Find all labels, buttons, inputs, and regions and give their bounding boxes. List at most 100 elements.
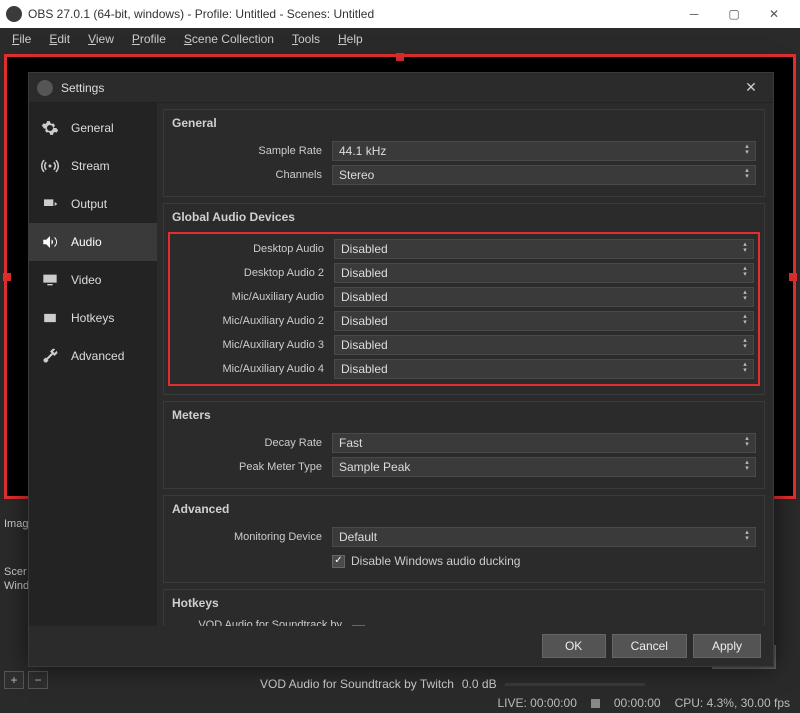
sample-rate-label: Sample Rate [172,145,332,157]
disable-ducking-label: Disable Windows audio ducking [351,554,520,568]
sidebar-item-stream[interactable]: Stream [29,147,157,185]
settings-titlebar: Settings ✕ [29,73,773,103]
enable-ptm-label: Enable Push-to-mute [371,624,484,626]
audio-mixer-row: VOD Audio for Soundtrack by Twitch 0.0 d… [260,677,645,691]
sidebar-item-label: General [71,121,114,135]
settings-sidebar: General Stream Output Audio Video Hotkey… [29,103,157,626]
sidebar-item-label: Audio [71,235,102,249]
cancel-button[interactable]: Cancel [612,634,687,658]
panel-title: General [164,110,764,136]
channels-select[interactable]: Stereo▴▾ [332,165,756,185]
menubar: File Edit View Profile Scene Collection … [0,28,800,50]
mic-aux-2-label: Mic/Auxiliary Audio 2 [174,315,334,327]
resize-handle-left[interactable] [3,273,11,281]
close-button[interactable]: ✕ [754,0,794,28]
vod-audio-label: VOD Audio for Soundtrack by Twitch [172,619,352,626]
mic-aux-3-label: Mic/Auxiliary Audio 3 [174,339,334,351]
panel-hotkeys: Hotkeys VOD Audio for Soundtrack by Twit… [163,589,765,626]
enable-ptm-checkbox[interactable]: Enable Push-to-mute [352,624,756,626]
resize-handle-top[interactable] [396,53,404,61]
peak-meter-select[interactable]: Sample Peak▴▾ [332,457,756,477]
sidebar-item-label: Stream [71,159,110,173]
sidebar-item-advanced[interactable]: Advanced [29,337,157,375]
settings-logo-icon [37,80,53,96]
menu-edit[interactable]: Edit [41,30,78,48]
add-source-button[interactable]: + [4,671,24,689]
window-title: OBS 27.0.1 (64-bit, windows) - Profile: … [28,7,674,21]
remove-source-button[interactable]: − [28,671,48,689]
menu-view[interactable]: View [80,30,122,48]
desktop-audio-label: Desktop Audio [174,243,334,255]
mic-aux-4-select[interactable]: Disabled▴▾ [334,359,754,379]
monitoring-device-label: Monitoring Device [172,531,332,543]
window-titlebar: OBS 27.0.1 (64-bit, windows) - Profile: … [0,0,800,28]
menu-profile[interactable]: Profile [124,30,174,48]
resize-handle-right[interactable] [789,273,797,281]
checkbox-icon [352,625,365,627]
panel-global-audio-devices: Global Audio Devices Desktop AudioDisabl… [163,203,765,395]
sidebar-item-video[interactable]: Video [29,261,157,299]
gear-icon [39,119,61,137]
dock-windows-label: Wind [4,580,28,592]
monitoring-device-select[interactable]: Default▴▾ [332,527,756,547]
dock-scenes-label: Scer [4,566,28,578]
tools-icon [39,347,61,365]
maximize-button[interactable]: ▢ [714,0,754,28]
audio-meter [505,683,645,686]
panel-title: Advanced [164,496,764,522]
antenna-icon [39,157,61,175]
settings-footer: OK Cancel Apply [29,626,773,666]
panel-title: Global Audio Devices [164,204,764,230]
keyboard-icon [39,309,61,327]
mic-aux-3-select[interactable]: Disabled▴▾ [334,335,754,355]
sidebar-item-label: Hotkeys [71,311,114,325]
minimize-button[interactable]: ─ [674,0,714,28]
dock-images-label: Imag [4,518,28,530]
peak-meter-label: Peak Meter Type [172,461,332,473]
sidebar-item-hotkeys[interactable]: Hotkeys [29,299,157,337]
panel-title: Hotkeys [164,590,764,616]
checkbox-icon: ✓ [332,555,345,568]
obs-logo-icon [6,6,22,22]
panel-meters: Meters Decay RateFast▴▾ Peak Meter TypeS… [163,401,765,489]
status-cpu: CPU: 4.3%, 30.00 fps [675,696,790,710]
sidebar-item-label: Output [71,197,107,211]
audio-mixer-db: 0.0 dB [462,677,497,691]
sidebar-item-general[interactable]: General [29,109,157,147]
settings-close-button[interactable]: ✕ [737,79,765,96]
sidebar-item-label: Advanced [71,349,124,363]
channels-label: Channels [172,169,332,181]
sample-rate-select[interactable]: 44.1 kHz▴▾ [332,141,756,161]
disable-ducking-checkbox[interactable]: ✓ Disable Windows audio ducking [332,554,756,568]
status-live: LIVE: 00:00:00 [497,696,576,710]
status-rec: 00:00:00 [614,696,661,710]
desktop-audio-2-select[interactable]: Disabled▴▾ [334,263,754,283]
desktop-audio-2-label: Desktop Audio 2 [174,267,334,279]
mic-aux-4-label: Mic/Auxiliary Audio 4 [174,363,334,375]
menu-help[interactable]: Help [330,30,371,48]
sidebar-item-output[interactable]: Output [29,185,157,223]
ok-button[interactable]: OK [542,634,606,658]
desktop-audio-select[interactable]: Disabled▴▾ [334,239,754,259]
audio-mixer-label: VOD Audio for Soundtrack by Twitch [260,677,454,691]
statusbar: LIVE: 00:00:00 00:00:00 CPU: 4.3%, 30.00… [0,693,800,713]
mic-aux-label: Mic/Auxiliary Audio [174,291,334,303]
sidebar-item-audio[interactable]: Audio [29,223,157,261]
monitor-icon [39,271,61,289]
panel-title: Meters [164,402,764,428]
settings-dialog: Settings ✕ General Stream Output Audio [28,72,774,667]
mic-aux-select[interactable]: Disabled▴▾ [334,287,754,307]
sidebar-item-label: Video [71,273,101,287]
apply-button[interactable]: Apply [693,634,761,658]
settings-content: General Sample Rate 44.1 kHz▴▾ Channels … [157,103,773,626]
decay-rate-select[interactable]: Fast▴▾ [332,433,756,453]
menu-scene-collection[interactable]: Scene Collection [176,30,282,48]
highlighted-region: Desktop AudioDisabled▴▾ Desktop Audio 2D… [168,232,760,386]
speaker-icon [39,233,61,251]
mic-aux-2-select[interactable]: Disabled▴▾ [334,311,754,331]
menu-file[interactable]: File [4,30,39,48]
menu-tools[interactable]: Tools [284,30,328,48]
panel-advanced: Advanced Monitoring DeviceDefault▴▾ ✓ Dis… [163,495,765,583]
output-icon [39,195,61,213]
decay-rate-label: Decay Rate [172,437,332,449]
